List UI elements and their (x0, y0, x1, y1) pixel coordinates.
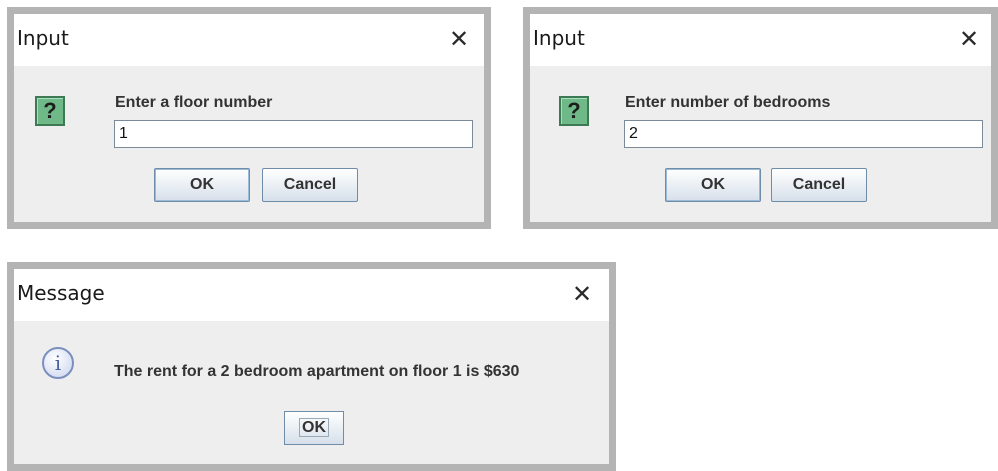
title-bar[interactable]: Input ✕ (530, 14, 991, 66)
ok-button[interactable]: OK (284, 411, 344, 445)
message-dialog: Message ✕ i The rent for a 2 bedroom apa… (7, 262, 616, 471)
close-icon[interactable]: ✕ (954, 22, 984, 56)
floor-input-dialog: Input ✕ ? Enter a floor number 1 OK Canc… (7, 7, 491, 229)
close-icon[interactable]: ✕ (567, 277, 597, 311)
floor-number-input[interactable]: 1 (114, 120, 473, 148)
prompt-label: Enter a floor number (115, 94, 273, 111)
message-text: The rent for a 2 bedroom apartment on fl… (114, 363, 520, 380)
close-icon[interactable]: ✕ (444, 22, 474, 56)
question-icon: ? (35, 96, 65, 126)
dialog-title: Message (17, 281, 105, 305)
dialog-title: Input (17, 26, 69, 50)
title-bar[interactable]: Input ✕ (14, 14, 484, 66)
cancel-button[interactable]: Cancel (771, 168, 867, 202)
cancel-button[interactable]: Cancel (262, 168, 358, 202)
ok-button[interactable]: OK (154, 168, 250, 202)
title-bar[interactable]: Message ✕ (14, 269, 609, 321)
ok-button-label: OK (299, 418, 329, 437)
prompt-label: Enter number of bedrooms (625, 94, 831, 111)
info-icon: i (42, 347, 74, 379)
bedrooms-input[interactable]: 2 (624, 120, 983, 148)
question-icon: ? (559, 96, 589, 126)
ok-button[interactable]: OK (665, 168, 761, 202)
dialog-title: Input (533, 26, 585, 50)
bedrooms-input-dialog: Input ✕ ? Enter number of bedrooms 2 OK … (523, 7, 998, 229)
